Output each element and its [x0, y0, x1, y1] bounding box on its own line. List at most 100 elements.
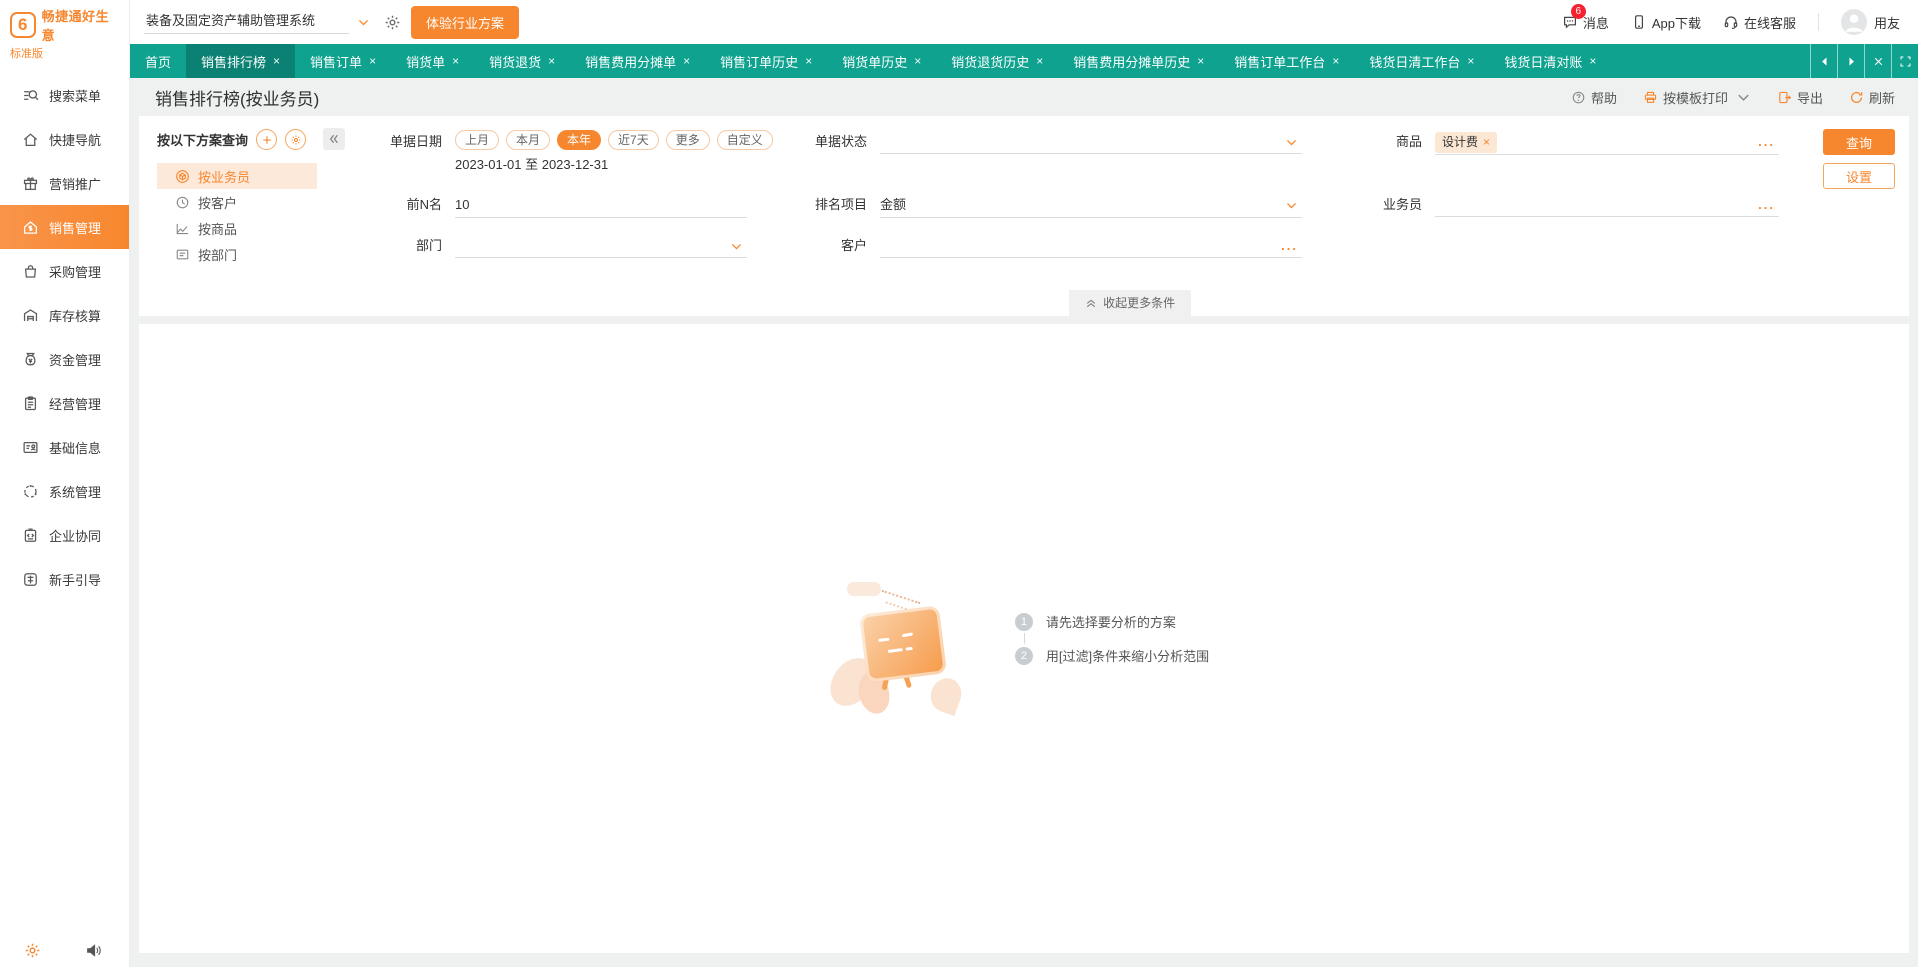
- sidebar-item-base-info[interactable]: 基础信息: [0, 425, 129, 469]
- export-button[interactable]: 导出: [1777, 88, 1823, 107]
- online-service-button[interactable]: 在线客服: [1723, 13, 1796, 32]
- tab-sales-order[interactable]: 销售订单: [295, 44, 391, 78]
- sidebar-footer: [0, 942, 129, 959]
- trend-icon: [175, 221, 190, 236]
- query-button[interactable]: 查询: [1823, 129, 1895, 155]
- scheme-item-by-product[interactable]: 按商品: [157, 215, 317, 241]
- filter-doc-status: 单据状态: [802, 130, 1302, 177]
- tab-daily-clear-workbench[interactable]: 钱货日清工作台: [1354, 44, 1489, 78]
- system-select-value[interactable]: 装备及固定资产辅助管理系统: [144, 10, 349, 34]
- tab-sales-invoice[interactable]: 销货单: [391, 44, 474, 78]
- chevron-down-icon[interactable]: [1736, 90, 1751, 105]
- step-1: 1 请先选择要分析的方案: [1015, 612, 1209, 631]
- sidebar-item-collaboration[interactable]: 企业协同: [0, 513, 129, 557]
- pill-more[interactable]: 更多: [666, 130, 710, 150]
- collapse-more-filters-button[interactable]: 收起更多条件: [1069, 290, 1191, 316]
- close-icon[interactable]: [683, 54, 690, 68]
- gift-icon: [22, 175, 39, 192]
- tab-sales-order-history[interactable]: 销售订单历史: [705, 44, 827, 78]
- date-range-value[interactable]: 2023-01-01 至 2023-12-31: [455, 153, 773, 177]
- tab-sales-order-workbench[interactable]: 销售订单工作台: [1219, 44, 1354, 78]
- scheme-item-by-department[interactable]: 按部门: [157, 241, 317, 267]
- tab-expense-share-history[interactable]: 销售费用分摊单历史: [1058, 44, 1219, 78]
- print-by-template-button[interactable]: 按模板打印: [1643, 88, 1751, 107]
- close-icon[interactable]: [1332, 54, 1339, 68]
- export-icon: [1777, 90, 1792, 105]
- close-icon[interactable]: [452, 54, 459, 68]
- system-select[interactable]: 装备及固定资产辅助管理系统: [144, 10, 370, 34]
- sidebar-item-guide[interactable]: 新手引导: [0, 557, 129, 601]
- top-n-input[interactable]: 10: [455, 193, 747, 218]
- close-icon[interactable]: [1589, 54, 1596, 68]
- chevron-down-icon: [357, 16, 370, 29]
- app-download-button[interactable]: App下载: [1631, 13, 1701, 32]
- user-menu[interactable]: 用友: [1841, 9, 1900, 35]
- close-icon[interactable]: [1197, 54, 1204, 68]
- pill-this-year[interactable]: 本年: [557, 130, 601, 150]
- tabs-scroll-left-button[interactable]: [1810, 44, 1837, 78]
- messages-badge: 6: [1571, 4, 1586, 19]
- more-options-icon[interactable]: [1281, 234, 1298, 258]
- rank-item-select[interactable]: 金额: [880, 193, 1302, 218]
- pill-this-month[interactable]: 本月: [506, 130, 550, 150]
- tab-sales-return-history[interactable]: 销货退货历史: [936, 44, 1058, 78]
- sidebar-item-sales[interactable]: 销售管理: [0, 205, 129, 249]
- sidebar-item-system[interactable]: 系统管理: [0, 469, 129, 513]
- pill-last-month[interactable]: 上月: [455, 130, 499, 150]
- sidebar-item-business[interactable]: 经营管理: [0, 381, 129, 425]
- sidebar-item-funds[interactable]: 资金管理: [0, 337, 129, 381]
- messages-button[interactable]: 6 消息: [1562, 13, 1609, 32]
- more-options-icon[interactable]: [1758, 193, 1775, 217]
- sidebar-item-marketing[interactable]: 营销推广: [0, 161, 129, 205]
- tabs-scroll-right-button[interactable]: [1837, 44, 1864, 78]
- close-icon[interactable]: [914, 54, 921, 68]
- product-select[interactable]: 设计费×: [1435, 130, 1779, 155]
- speaker-icon[interactable]: [85, 942, 102, 959]
- tab-daily-clear-reconcile[interactable]: 钱货日清对账: [1489, 44, 1611, 78]
- doc-status-select[interactable]: [880, 130, 1302, 154]
- chevron-down-icon[interactable]: [1285, 136, 1298, 149]
- tab-home[interactable]: 首页: [130, 44, 186, 78]
- scheme-item-by-salesman[interactable]: 按业务员: [157, 163, 317, 189]
- scheme-settings-button[interactable]: [285, 129, 306, 150]
- trial-plan-button[interactable]: 体验行业方案: [411, 6, 519, 39]
- close-icon[interactable]: [1467, 54, 1474, 68]
- add-scheme-button[interactable]: [256, 129, 277, 150]
- scheme-item-label: 按部门: [198, 245, 237, 264]
- salesman-select[interactable]: [1435, 193, 1779, 217]
- chevron-down-icon[interactable]: [730, 240, 743, 253]
- tab-expense-share[interactable]: 销售费用分摊单: [570, 44, 705, 78]
- close-icon[interactable]: [548, 54, 555, 68]
- sidebar-item-search-menu[interactable]: 搜索菜单: [0, 73, 129, 117]
- settings-button[interactable]: 设置: [1823, 163, 1895, 189]
- collapse-scheme-panel-button[interactable]: [323, 128, 345, 150]
- fullscreen-button[interactable]: [1891, 44, 1918, 78]
- close-icon[interactable]: [1036, 54, 1043, 68]
- close-icon[interactable]: [273, 54, 280, 68]
- department-select[interactable]: [455, 234, 747, 258]
- money-bag-icon: [22, 351, 39, 368]
- sidebar-item-inventory[interactable]: 库存核算: [0, 293, 129, 337]
- close-icon[interactable]: [805, 54, 812, 68]
- scheme-item-by-customer[interactable]: 按客户: [157, 189, 317, 215]
- brand-edition: 标准版: [10, 45, 121, 61]
- tabs-close-all-button[interactable]: [1864, 44, 1891, 78]
- remove-tag-icon[interactable]: ×: [1483, 135, 1490, 149]
- customer-select[interactable]: [880, 234, 1302, 258]
- gear-icon: [290, 134, 302, 146]
- sidebar-item-purchase[interactable]: 采购管理: [0, 249, 129, 293]
- pill-custom[interactable]: 自定义: [717, 130, 773, 150]
- help-button[interactable]: 帮助: [1571, 88, 1617, 107]
- sidebar-item-quick-nav[interactable]: 快捷导航: [0, 117, 129, 161]
- tab-sales-invoice-history[interactable]: 销货单历史: [827, 44, 936, 78]
- tab-sales-ranking[interactable]: 销售排行榜: [186, 44, 295, 78]
- headset-icon: [1723, 14, 1739, 30]
- refresh-button[interactable]: 刷新: [1849, 88, 1895, 107]
- settings-gear-icon[interactable]: [24, 942, 41, 959]
- tab-sales-return[interactable]: 销货退货: [474, 44, 570, 78]
- chevron-down-icon[interactable]: [1285, 199, 1298, 212]
- more-options-icon[interactable]: [1758, 130, 1775, 154]
- close-icon[interactable]: [369, 54, 376, 68]
- gear-icon[interactable]: [384, 14, 401, 31]
- pill-last-7-days[interactable]: 近7天: [608, 130, 659, 150]
